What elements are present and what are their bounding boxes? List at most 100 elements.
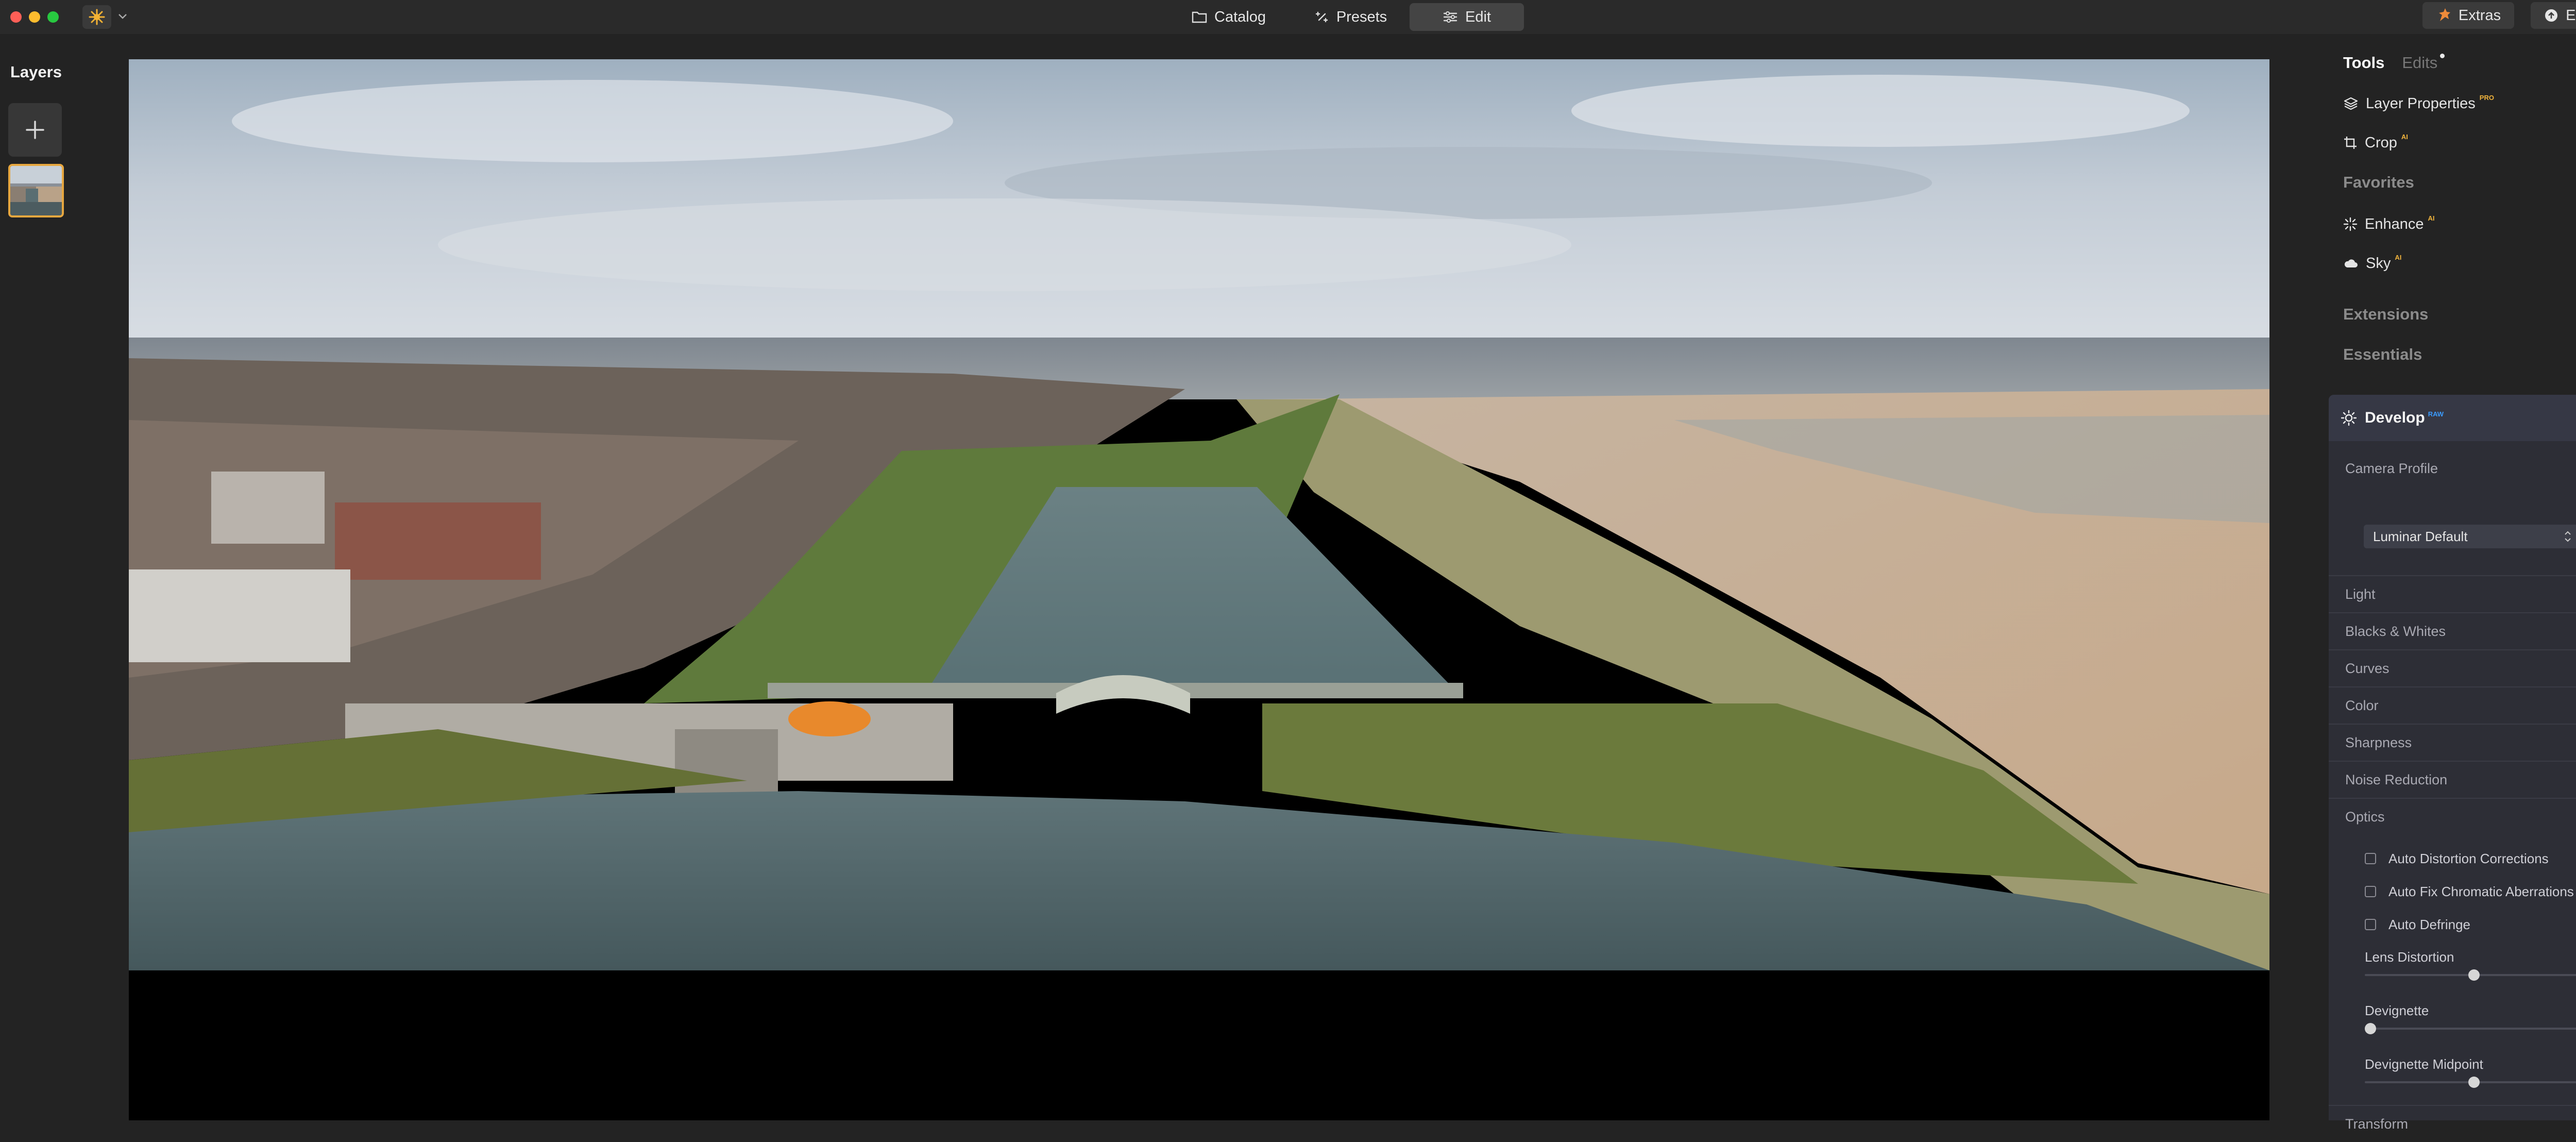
- sharpness-section-header[interactable]: Sharpness: [2329, 725, 2576, 762]
- color-label: Color: [2345, 698, 2379, 714]
- auto-distortion-corrections-checkbox[interactable]: [2365, 853, 2376, 864]
- catalog-tab-label: Catalog: [1214, 9, 1266, 26]
- devignette-midpoint-label: Devignette Midpoint: [2365, 1056, 2483, 1072]
- camera-profile-value: Luminar Default: [2373, 529, 2468, 545]
- camera-profile-label: Camera Profile: [2345, 461, 2438, 477]
- sharpness-label: Sharpness: [2345, 735, 2412, 751]
- essentials-heading[interactable]: Essentials: [2343, 345, 2422, 364]
- blacks-whites-label: Blacks & Whites: [2345, 624, 2446, 640]
- pro-badge: PRO: [2480, 94, 2494, 102]
- optics-section-header[interactable]: Optics: [2329, 799, 2576, 835]
- auto-fix-chromatic-aberrations-label: Auto Fix Chromatic Aberrations: [2388, 884, 2574, 900]
- extras-button[interactable]: Extras: [2422, 2, 2514, 29]
- develop-title: DevelopRAW: [2365, 409, 2444, 427]
- auto-defringe-checkbox[interactable]: [2365, 919, 2376, 930]
- ai-badge: AI: [2395, 254, 2401, 261]
- color-section-header[interactable]: Color: [2329, 687, 2576, 725]
- devignette-midpoint-slider[interactable]: Devignette Midpoint 0: [2365, 1056, 2576, 1093]
- auto-fix-chromatic-aberrations-option[interactable]: Auto Fix Chromatic Aberrations: [2365, 881, 2574, 902]
- curves-section-header[interactable]: Curves: [2329, 650, 2576, 687]
- tool-enhance-label: Enhance: [2365, 216, 2424, 233]
- extensions-heading[interactable]: Extensions: [2343, 305, 2428, 324]
- ai-badge: AI: [2401, 133, 2408, 141]
- luminar-logo-icon: [88, 8, 106, 26]
- extras-button-label: Extras: [2459, 7, 2501, 24]
- presets-icon: [1315, 10, 1329, 24]
- layer-thumbnail-image: [10, 166, 62, 215]
- tool-sky-label: Sky: [2366, 255, 2391, 272]
- tab-edits-label: Edits: [2402, 54, 2437, 72]
- image-canvas[interactable]: [129, 59, 2269, 1120]
- slider-knob[interactable]: [2468, 969, 2480, 981]
- tool-sky[interactable]: Sky AI: [2343, 250, 2401, 276]
- ai-badge: AI: [2428, 214, 2435, 222]
- tool-layer-properties-label: Layer Properties: [2366, 95, 2476, 112]
- tool-crop-label: Crop: [2365, 135, 2397, 152]
- title-bar: Catalog Presets Edit Extras Export: [0, 0, 2576, 34]
- export-button-label: Export: [2566, 7, 2576, 24]
- light-section-header[interactable]: Light: [2329, 576, 2576, 613]
- tool-crop[interactable]: Crop AI: [2343, 130, 2408, 156]
- crop-icon: [2343, 136, 2358, 150]
- curves-label: Curves: [2345, 661, 2389, 677]
- layer-thumbnail[interactable]: [8, 164, 64, 217]
- edit-tab-label: Edit: [1465, 9, 1491, 26]
- auto-fix-chromatic-aberrations-checkbox[interactable]: [2365, 886, 2376, 897]
- devignette-label: Devignette: [2365, 1003, 2429, 1019]
- slider-knob[interactable]: [2468, 1077, 2480, 1088]
- auto-defringe-label: Auto Defringe: [2388, 917, 2470, 933]
- light-label: Light: [2345, 586, 2376, 602]
- slider-knob[interactable]: [2365, 1023, 2376, 1034]
- auto-distortion-corrections-option[interactable]: Auto Distortion Corrections: [2365, 848, 2549, 869]
- plus-icon: [24, 119, 46, 141]
- sliders-icon: [1443, 10, 1458, 24]
- lens-distortion-label: Lens Distortion: [2365, 949, 2454, 965]
- app-menu-button[interactable]: [82, 5, 111, 29]
- presets-tab-label: Presets: [1336, 9, 1387, 26]
- layers-panel: Layers: [0, 34, 129, 1120]
- auto-defringe-option[interactable]: Auto Defringe: [2365, 914, 2470, 935]
- transform-label: Transform: [2345, 1116, 2408, 1132]
- layers-title: Layers: [10, 63, 62, 81]
- tool-enhance[interactable]: Enhance AI: [2343, 211, 2435, 237]
- auto-distortion-corrections-label: Auto Distortion Corrections: [2388, 851, 2549, 867]
- develop-title-label: Develop: [2365, 409, 2425, 426]
- tools-panel: Tools Edits Layer Properties PRO Crop AI…: [2293, 34, 2576, 1120]
- folder-icon: [1192, 10, 1207, 24]
- edit-tab[interactable]: Edit: [1410, 3, 1524, 31]
- tool-layer-properties[interactable]: Layer Properties PRO: [2343, 91, 2494, 116]
- zoom-window-button[interactable]: [47, 11, 59, 23]
- camera-profile-section-header[interactable]: Camera Profile: [2329, 450, 2576, 486]
- tab-edits[interactable]: Edits: [2402, 54, 2437, 72]
- lens-distortion-slider[interactable]: Lens Distortion 0: [2365, 949, 2576, 985]
- noise-reduction-section-header[interactable]: Noise Reduction: [2329, 762, 2576, 799]
- slider-track[interactable]: [2365, 1028, 2576, 1030]
- updown-chevron-icon: [2563, 529, 2573, 544]
- extras-icon: [2436, 8, 2451, 23]
- cloud-icon: [2343, 257, 2359, 270]
- raw-badge: RAW: [2428, 410, 2444, 418]
- blacks-whites-section-header[interactable]: Blacks & Whites: [2329, 613, 2576, 650]
- add-layer-button[interactable]: [8, 103, 62, 157]
- export-button[interactable]: Export: [2531, 2, 2576, 29]
- photo-preview: [129, 59, 2269, 970]
- sparkle-icon: [2343, 217, 2358, 231]
- export-icon: [2544, 8, 2558, 23]
- develop-header[interactable]: DevelopRAW: [2329, 395, 2576, 441]
- optics-label: Optics: [2345, 809, 2385, 825]
- close-window-button[interactable]: [10, 11, 22, 23]
- noise-reduction-label: Noise Reduction: [2345, 772, 2447, 788]
- edits-indicator-dot: [2440, 54, 2445, 58]
- favorites-heading: Favorites: [2343, 173, 2414, 192]
- transform-section-header[interactable]: Transform: [2329, 1106, 2576, 1142]
- catalog-tab[interactable]: Catalog: [1165, 3, 1292, 31]
- presets-tab[interactable]: Presets: [1299, 3, 1402, 31]
- minimize-window-button[interactable]: [29, 11, 40, 23]
- tab-tools[interactable]: Tools: [2343, 54, 2384, 72]
- devignette-slider[interactable]: Devignette 0: [2365, 1003, 2576, 1039]
- chevron-down-icon[interactable]: [117, 9, 130, 24]
- camera-profile-select[interactable]: Luminar Default: [2364, 525, 2576, 548]
- develop-tool-panel: DevelopRAW Camera Profile Luminar Defaul…: [2329, 395, 2576, 1120]
- sun-icon: [2341, 410, 2357, 426]
- layers-icon: [2343, 96, 2359, 111]
